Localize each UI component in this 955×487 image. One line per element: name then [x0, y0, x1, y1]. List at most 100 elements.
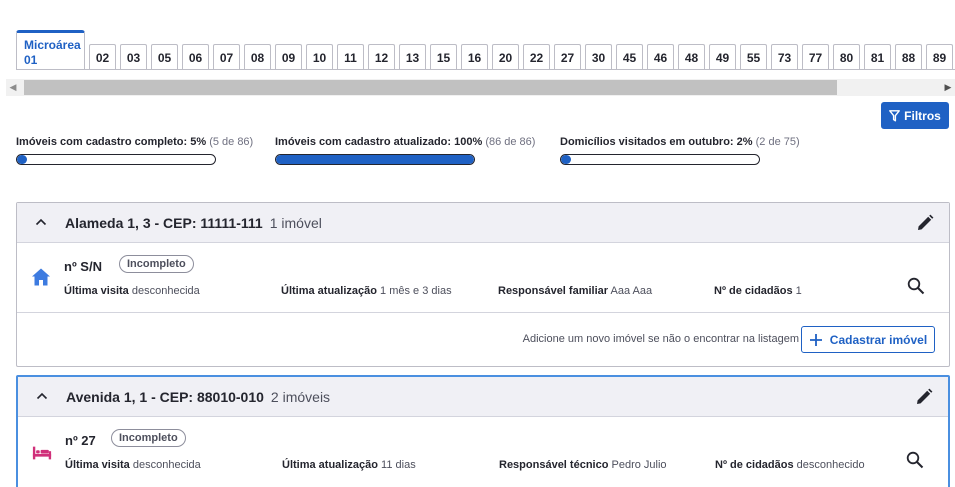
field-label: Responsável técnico — [499, 459, 609, 471]
field-label: Nº de cidadãos — [714, 285, 793, 297]
tab-microarea-22[interactable]: 22 — [523, 44, 550, 70]
home-count: 2 imóveis — [270, 388, 331, 405]
status-badge: Incompleto — [111, 429, 186, 447]
bed-icon — [32, 446, 52, 460]
tab-label: Microárea — [24, 38, 81, 52]
cadastrar-imovel-button[interactable]: Cadastrar imóvel — [801, 326, 935, 353]
field-value: desconhecida — [132, 459, 201, 471]
tab-microarea-13[interactable]: 13 — [399, 44, 426, 70]
tab-microarea-03[interactable]: 03 — [120, 44, 147, 70]
field-label: Última visita — [65, 459, 130, 471]
scroll-thumb[interactable] — [24, 80, 837, 95]
search-icon[interactable] — [907, 277, 925, 295]
street-header[interactable]: Alameda 1, 3 - CEP: 11111-111 1 imóvel — [17, 203, 949, 243]
progress-cadastro-completo: Imóveis com cadastro completo: 5% (5 de … — [16, 136, 253, 165]
tab-microarea-15[interactable]: 15 — [430, 44, 457, 70]
tab-microarea-02[interactable]: 02 — [89, 44, 116, 70]
progress-bar — [275, 154, 475, 165]
tabs-scrollbar[interactable]: ◀ ▶ — [6, 79, 955, 96]
progress-label: Imóveis com cadastro atualizado: 100% — [275, 136, 483, 148]
progress-fill — [17, 155, 27, 164]
button-label: Cadastrar imóvel — [829, 332, 928, 347]
field-responsavel: Responsável técnico Pedro Julio — [499, 459, 667, 471]
field-value: desconhecida — [131, 285, 200, 297]
street-card: Avenida 1, 1 - CEP: 88010-010 2 imóveis … — [16, 375, 950, 487]
progress-domicilios-visitados: Domicílios visitados em outubro: 2% (2 d… — [560, 136, 800, 165]
progress-count: (86 de 86) — [485, 136, 536, 148]
card-footer: Adicione um novo imóvel se não o encontr… — [17, 313, 949, 366]
field-num-cidadaos: Nº de cidadãos desconhecido — [715, 459, 865, 471]
tabs-divider — [16, 69, 955, 70]
footer-hint: Adicione um novo imóvel se não o encontr… — [522, 333, 799, 345]
tab-microarea-27[interactable]: 27 — [554, 44, 581, 70]
field-ultima-visita: Última visita desconhecida — [64, 285, 200, 297]
status-badge: Incompleto — [119, 255, 194, 273]
field-label: Responsável familiar — [498, 285, 609, 297]
field-value: 1 mês e 3 dias — [380, 285, 452, 297]
tab-microarea-80[interactable]: 80 — [833, 44, 860, 70]
progress-count: (2 de 75) — [755, 136, 800, 148]
field-responsavel: Responsável familiar Aaa Aaa — [498, 285, 652, 297]
street-card: Alameda 1, 3 - CEP: 11111-111 1 imóvel n… — [16, 202, 950, 367]
tab-microarea-49[interactable]: 49 — [709, 44, 736, 70]
tab-microarea-45[interactable]: 45 — [616, 44, 643, 70]
progress-bar — [560, 154, 760, 165]
tab-microarea-01[interactable]: Microárea 01 — [16, 30, 85, 70]
progress-label: Imóveis com cadastro completo: 5% — [16, 136, 207, 148]
field-value: 11 dias — [381, 459, 416, 471]
tab-microarea-08[interactable]: 08 — [244, 44, 271, 70]
tab-microarea-46[interactable]: 46 — [647, 44, 674, 70]
house-icon — [32, 268, 50, 286]
field-label: Última atualização — [282, 459, 378, 471]
tab-microarea-88[interactable]: 88 — [895, 44, 922, 70]
chevron-up-icon[interactable] — [36, 391, 50, 403]
filter-label: Filtros — [904, 108, 941, 123]
tab-number: 01 — [24, 53, 38, 67]
tab-microarea-06[interactable]: 06 — [182, 44, 209, 70]
street-title: Alameda 1, 3 - CEP: 11111-111 — [65, 214, 263, 231]
field-ultima-visita: Última visita desconhecida — [65, 459, 201, 471]
field-label: Nº de cidadãos — [715, 459, 794, 471]
field-ultima-atualizacao: Última atualização 11 dias — [282, 459, 416, 471]
microarea-tabs: Microárea 01 02 03 05 06 07 08 09 10 11 12 13 15 16 2… — [16, 30, 953, 70]
tab-microarea-55[interactable]: 55 — [740, 44, 767, 70]
home-count: 1 imóvel — [269, 214, 322, 231]
tab-microarea-16[interactable]: 16 — [461, 44, 488, 70]
field-num-cidadaos: Nº de cidadãos 1 — [714, 285, 802, 297]
tab-microarea-30[interactable]: 30 — [585, 44, 612, 70]
progress-fill — [561, 155, 571, 164]
tab-microarea-48[interactable]: 48 — [678, 44, 705, 70]
tab-microarea-20[interactable]: 20 — [492, 44, 519, 70]
chevron-up-icon[interactable] — [35, 217, 49, 229]
progress-label: Domicílios visitados em outubro: 2% — [560, 136, 753, 148]
plus-icon — [809, 333, 822, 346]
tab-microarea-77[interactable]: 77 — [802, 44, 829, 70]
tab-microarea-09[interactable]: 09 — [275, 44, 302, 70]
progress-bar — [16, 154, 216, 165]
field-value: desconhecido — [796, 459, 865, 471]
home-row[interactable]: nº S/N Incompleto Última visita desconhe… — [17, 243, 949, 313]
pencil-icon[interactable] — [914, 387, 934, 407]
filter-button[interactable]: Filtros — [881, 102, 949, 129]
progress-count: (5 de 86) — [209, 136, 254, 148]
scroll-right-arrow-icon[interactable]: ▶ — [941, 79, 955, 96]
pencil-icon[interactable] — [915, 213, 935, 233]
search-icon[interactable] — [906, 451, 924, 469]
field-label: Última atualização — [281, 285, 377, 297]
tab-microarea-11[interactable]: 11 — [337, 44, 364, 70]
tab-microarea-81[interactable]: 81 — [864, 44, 891, 70]
field-value: Pedro Julio — [611, 459, 667, 471]
tab-microarea-89[interactable]: 89 — [926, 44, 953, 70]
progress-cadastro-atualizado: Imóveis com cadastro atualizado: 100% (8… — [275, 136, 535, 165]
tab-microarea-05[interactable]: 05 — [151, 44, 178, 70]
tab-microarea-12[interactable]: 12 — [368, 44, 395, 70]
street-header[interactable]: Avenida 1, 1 - CEP: 88010-010 2 imóveis — [18, 377, 948, 417]
tab-microarea-10[interactable]: 10 — [306, 44, 333, 70]
field-label: Última visita — [64, 285, 129, 297]
field-value: 1 — [795, 285, 802, 297]
tab-microarea-73[interactable]: 73 — [771, 44, 798, 70]
home-row[interactable]: nº 27 Incompleto Última visita desconhec… — [18, 417, 948, 487]
scroll-left-arrow-icon[interactable]: ◀ — [6, 79, 20, 96]
tab-microarea-07[interactable]: 07 — [213, 44, 240, 70]
field-ultima-atualizacao: Última atualização 1 mês e 3 dias — [281, 285, 452, 297]
